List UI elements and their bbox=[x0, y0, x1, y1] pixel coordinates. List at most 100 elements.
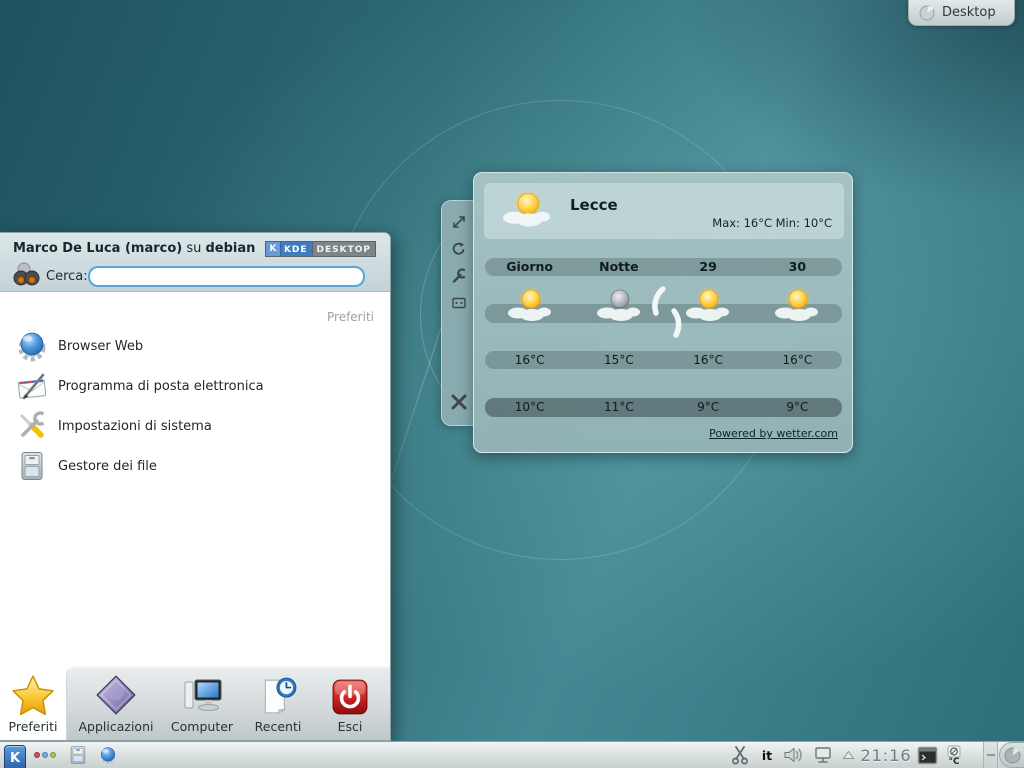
moon-cloud-icon bbox=[596, 286, 640, 324]
badge-kde-label: KDE bbox=[281, 242, 312, 256]
activity-dots[interactable] bbox=[32, 742, 58, 768]
menu-item-label: Programma di posta elettronica bbox=[58, 379, 264, 394]
high-temp: 16°C bbox=[485, 351, 574, 369]
badge-desktop-label: DESKTOP bbox=[312, 242, 375, 256]
desktop: Desktop Lecce Max bbox=[0, 0, 1024, 768]
kickoff-header: Marco De Luca (marco) su debian K KDE DE… bbox=[0, 233, 390, 292]
settings-icon[interactable] bbox=[448, 292, 470, 314]
volume-icon bbox=[783, 746, 803, 764]
weather-unit-label: °C bbox=[948, 758, 959, 766]
kickoff-menu: Marco De Luca (marco) su debian K KDE DE… bbox=[0, 232, 391, 741]
weather-credit-link[interactable]: Powered by wetter.com bbox=[709, 427, 838, 440]
plasma-cashew-icon bbox=[1004, 747, 1021, 764]
weather-high-temps: 16°C 15°C 16°C 16°C bbox=[485, 351, 842, 369]
sun-cloud-icon bbox=[502, 188, 550, 230]
kde-desktop-badge: K KDE DESKTOP bbox=[265, 241, 376, 257]
sun-cloud-icon bbox=[774, 286, 818, 324]
kickoff-tabbar: Preferiti Applicazioni Compute bbox=[0, 666, 390, 740]
network-tray-item[interactable] bbox=[811, 742, 835, 768]
computer-icon bbox=[180, 676, 224, 716]
widget-handle[interactable] bbox=[441, 200, 475, 426]
globe-gear-icon bbox=[98, 745, 118, 765]
tab-applicazioni[interactable]: Applicazioni bbox=[70, 666, 162, 740]
weather-low-temps: 10°C 11°C 9°C 9°C bbox=[485, 398, 842, 417]
day-label: 29 bbox=[664, 258, 753, 276]
red-dot-icon bbox=[34, 752, 40, 758]
close-icon[interactable] bbox=[448, 391, 470, 413]
title-separator: su bbox=[182, 241, 205, 256]
rotate-icon[interactable] bbox=[448, 238, 470, 260]
day-label: Giorno bbox=[485, 258, 574, 276]
tab-label: Computer bbox=[171, 719, 233, 734]
star-icon bbox=[11, 674, 55, 716]
desktop-toolbox-button[interactable]: Desktop bbox=[908, 0, 1015, 26]
tab-preferiti[interactable]: Preferiti bbox=[0, 666, 66, 740]
terminal-tray-item[interactable] bbox=[915, 742, 939, 768]
low-temp: 9°C bbox=[753, 398, 842, 417]
menu-item-email[interactable]: Programma di posta elettronica bbox=[0, 366, 390, 406]
tab-label: Preferiti bbox=[9, 719, 58, 734]
volume-tray-item[interactable] bbox=[781, 742, 805, 768]
tab-esci[interactable]: Esci bbox=[316, 666, 384, 740]
expand-arrow-icon bbox=[842, 749, 855, 761]
menu-item-label: Gestore dei file bbox=[58, 459, 157, 474]
resize-icon[interactable] bbox=[448, 211, 470, 233]
favorites-section-label: Preferiti bbox=[327, 310, 374, 324]
document-clock-icon bbox=[258, 676, 298, 716]
day-label: Notte bbox=[574, 258, 663, 276]
panel-clock[interactable]: 21:16 bbox=[858, 742, 914, 768]
crossed-tools-icon bbox=[16, 410, 48, 442]
search-label: Cerca: bbox=[46, 269, 88, 284]
panel-divider-widget bbox=[983, 742, 998, 768]
blue-dot-icon bbox=[42, 752, 48, 758]
binoculars-icon bbox=[12, 261, 42, 289]
tray-expander[interactable] bbox=[839, 742, 857, 768]
tab-label: Esci bbox=[338, 719, 363, 734]
high-temp: 16°C bbox=[753, 351, 842, 369]
kickoff-favorites-list: Preferiti Browser Web bbox=[0, 293, 390, 666]
low-temp: 10°C bbox=[485, 398, 574, 417]
menu-item-browser-web[interactable]: Browser Web bbox=[0, 326, 390, 366]
menu-item-system-settings[interactable]: Impostazioni di sistema bbox=[0, 406, 390, 446]
tab-label: Recenti bbox=[255, 719, 302, 734]
keyboard-layout-indicator[interactable]: it bbox=[757, 742, 777, 768]
file-cabinet-icon bbox=[16, 450, 48, 482]
file-cabinet-icon bbox=[68, 745, 88, 765]
file-manager-launcher[interactable] bbox=[66, 742, 90, 768]
scissors-icon bbox=[731, 745, 749, 765]
sun-cloud-icon bbox=[507, 286, 551, 324]
user-host-title: Marco De Luca (marco) su debian bbox=[13, 241, 255, 256]
weather-city: Lecce bbox=[570, 196, 618, 214]
menu-item-file-manager[interactable]: Gestore dei file bbox=[0, 446, 390, 486]
day-label: 30 bbox=[753, 258, 842, 276]
desktop-toolbox-label: Desktop bbox=[942, 5, 996, 20]
clipboard-tray-item[interactable] bbox=[729, 742, 751, 768]
purple-diamond-icon bbox=[95, 674, 137, 716]
sun-cloud-icon bbox=[685, 286, 729, 324]
globe-gear-icon bbox=[16, 330, 48, 362]
tab-label: Applicazioni bbox=[79, 719, 154, 734]
weather-header: Lecce Max: 16°C Min: 10°C bbox=[484, 183, 844, 239]
panel-cashew-button[interactable] bbox=[999, 742, 1024, 768]
envelope-pen-icon bbox=[16, 370, 48, 402]
low-temp: 9°C bbox=[664, 398, 753, 417]
high-temp: 15°C bbox=[574, 351, 663, 369]
search-input[interactable] bbox=[88, 266, 365, 287]
host-name: debian bbox=[206, 241, 256, 256]
web-browser-launcher[interactable] bbox=[96, 742, 120, 768]
kde-menu-button[interactable]: K bbox=[4, 745, 26, 768]
weather-tray-item[interactable]: °C bbox=[943, 742, 965, 768]
weather-day-labels: Giorno Notte 29 30 bbox=[485, 258, 842, 276]
terminal-icon bbox=[917, 746, 938, 765]
weather-summary: Max: 16°C Min: 10°C bbox=[712, 216, 832, 230]
user-name: Marco De Luca (marco) bbox=[13, 241, 182, 256]
green-dot-icon bbox=[50, 752, 56, 758]
plasma-cashew-icon bbox=[919, 5, 935, 21]
weather-tray-icon bbox=[947, 745, 961, 758]
tab-computer[interactable]: Computer bbox=[163, 666, 241, 740]
weather-widget: Lecce Max: 16°C Min: 10°C Giorno Notte 2… bbox=[473, 172, 853, 453]
wrench-icon[interactable] bbox=[448, 265, 470, 287]
kde-gear-icon: K bbox=[266, 242, 281, 256]
low-temp: 11°C bbox=[574, 398, 663, 417]
tab-recenti[interactable]: Recenti bbox=[243, 666, 313, 740]
